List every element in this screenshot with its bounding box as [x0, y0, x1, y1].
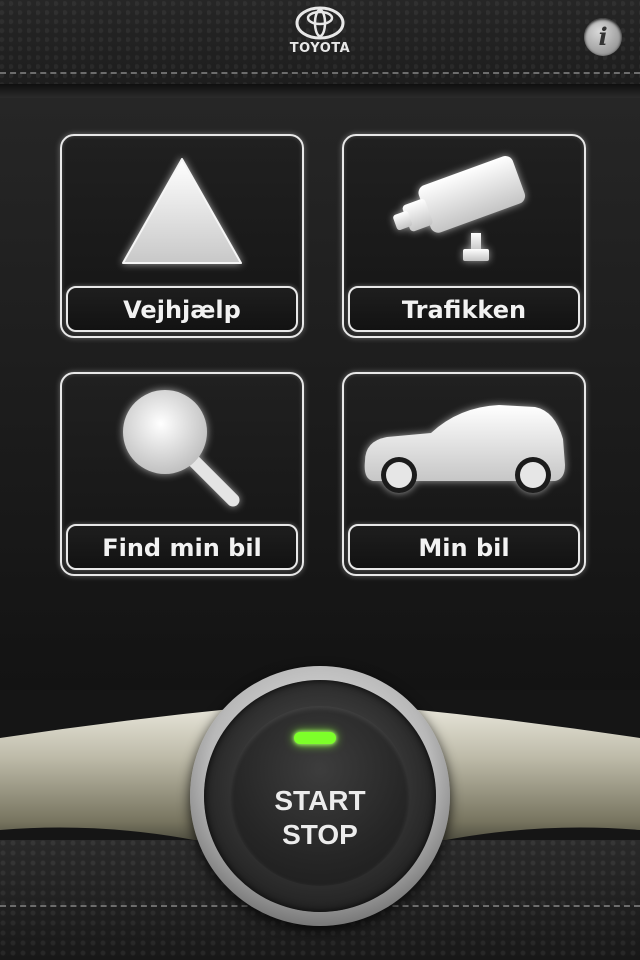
info-button[interactable]: i	[584, 18, 622, 56]
warning-triangle-icon	[62, 136, 302, 286]
header-stitching	[0, 72, 640, 74]
start-stop-label: START STOP	[204, 784, 436, 852]
toyota-logo: TOYOTA	[280, 6, 360, 66]
tile-label: Find min bil	[66, 524, 298, 570]
header-bar: TOYOTA i	[0, 0, 640, 98]
start-label: START	[274, 785, 366, 816]
toyota-emblem-icon	[295, 6, 345, 40]
stop-label: STOP	[282, 819, 358, 850]
brand-name: TOYOTA	[289, 41, 351, 56]
start-stop-button[interactable]: START STOP	[190, 666, 450, 926]
tile-vejhjaelp[interactable]: Vejhjælp	[60, 134, 304, 338]
tile-label: Vejhjælp	[66, 286, 298, 332]
status-led-icon	[294, 732, 336, 744]
start-button-ring: START STOP	[204, 680, 436, 912]
header-edge	[0, 84, 640, 98]
traffic-camera-icon	[344, 136, 584, 286]
tile-min-bil[interactable]: Min bil	[342, 372, 586, 576]
tile-label: Trafikken	[348, 286, 580, 332]
tile-label: Min bil	[348, 524, 580, 570]
magnifier-icon	[62, 374, 302, 524]
car-icon	[344, 374, 584, 524]
tile-trafikken[interactable]: Trafikken	[342, 134, 586, 338]
tile-find-min-bil[interactable]: Find min bil	[60, 372, 304, 576]
